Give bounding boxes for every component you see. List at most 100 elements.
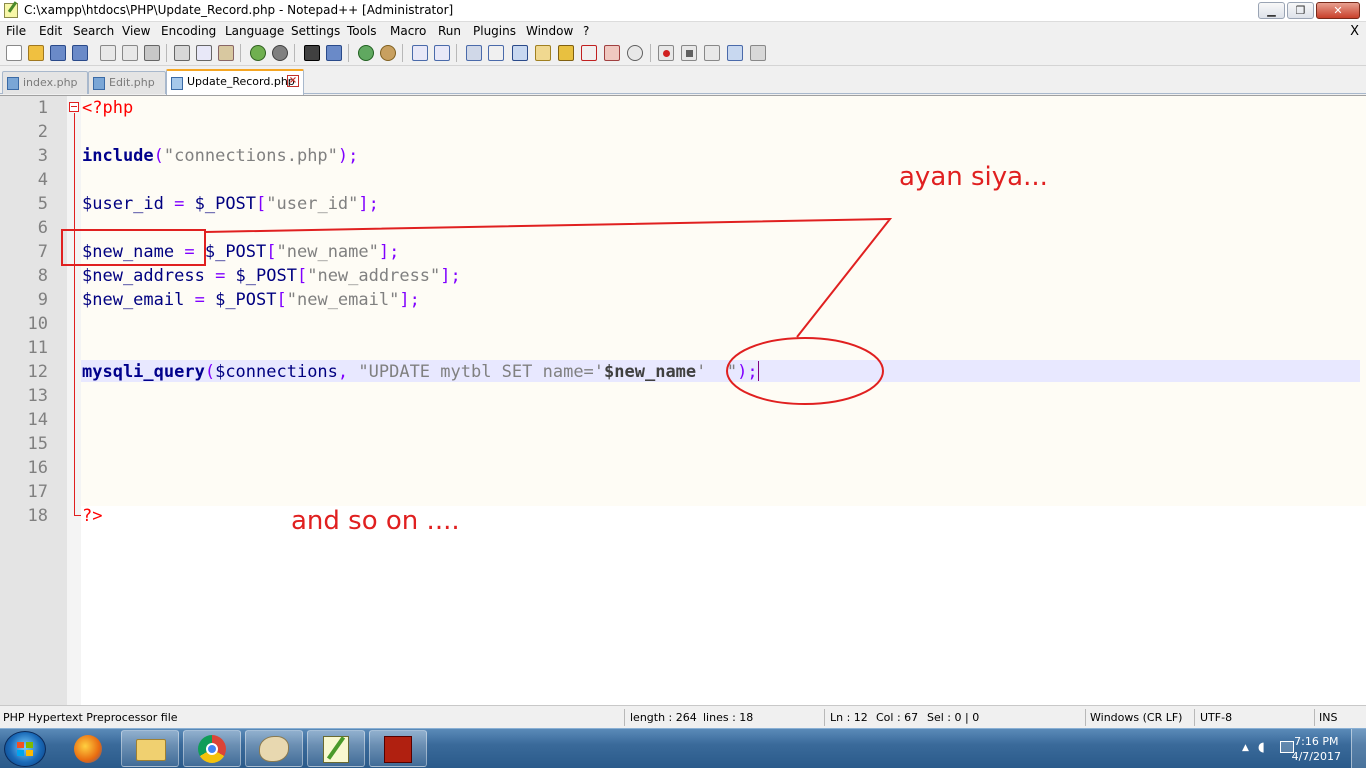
taskbar-dota2[interactable]: [369, 730, 427, 767]
menu-help[interactable]: ?: [583, 24, 589, 38]
toolbar-separator: [456, 44, 457, 62]
clock[interactable]: 7:16 PM 4/7/2017: [1292, 734, 1341, 764]
sync-horizontal-icon[interactable]: [434, 45, 450, 61]
show-all-chars-icon[interactable]: [488, 45, 504, 61]
replace-icon[interactable]: [326, 45, 342, 61]
minimize-button[interactable]: ▁: [1258, 2, 1285, 19]
word-wrap-icon[interactable]: [466, 45, 482, 61]
toolbar: [0, 42, 1366, 66]
line-number: 16: [27, 458, 48, 478]
tab-edit-php[interactable]: Edit.php: [88, 71, 166, 94]
lang-icon[interactable]: [535, 45, 551, 61]
save-all-icon[interactable]: [72, 45, 88, 61]
line-number: 6: [37, 218, 48, 238]
zoom-out-icon[interactable]: [380, 45, 396, 61]
dota2-icon: [384, 736, 412, 763]
save-icon[interactable]: [50, 45, 66, 61]
maximize-button[interactable]: ❐: [1287, 2, 1314, 19]
record-macro-icon[interactable]: [658, 45, 674, 61]
tab-index-php[interactable]: index.php: [2, 71, 88, 94]
status-lines: lines : 18: [703, 711, 754, 724]
code-line-18: ?>: [82, 506, 103, 526]
menu-tools[interactable]: Tools: [347, 24, 377, 38]
show-hidden-icons-icon[interactable]: ▲: [1242, 743, 1249, 753]
run-macro-multiple-icon[interactable]: [727, 45, 743, 61]
menu-run[interactable]: Run: [438, 24, 461, 38]
toolbar-separator: [402, 44, 403, 62]
restore-icon: ❐: [1295, 4, 1306, 17]
close-all-icon[interactable]: [122, 45, 138, 61]
volume-icon[interactable]: ◖: [1258, 740, 1272, 755]
text-caret: [757, 361, 759, 381]
menu-edit[interactable]: Edit: [39, 24, 62, 38]
title-bar: C:\xampp\htdocs\PHP\Update_Record.php - …: [0, 0, 1366, 22]
minimize-icon: ▁: [1267, 4, 1276, 17]
code-area-lower: [81, 506, 1366, 705]
doc-map-icon[interactable]: [558, 45, 574, 61]
line-number: 8: [37, 266, 48, 286]
paste-icon[interactable]: [218, 45, 234, 61]
function-list-icon[interactable]: [581, 45, 597, 61]
play-macro-icon[interactable]: [704, 45, 720, 61]
open-file-icon[interactable]: [28, 45, 44, 61]
menu-settings[interactable]: Settings: [291, 24, 340, 38]
code-line-7: $new_name = $_POST["new_name"];: [82, 242, 400, 262]
line-number: 5: [37, 194, 48, 214]
menu-search[interactable]: Search: [73, 24, 114, 38]
new-file-icon[interactable]: [6, 45, 22, 61]
tab-bar: index.php Edit.php Update_Record.php ×: [0, 67, 1366, 95]
taskbar-notepadpp[interactable]: [307, 730, 365, 767]
status-eol[interactable]: Windows (CR LF): [1090, 711, 1182, 724]
sync-vertical-icon[interactable]: [412, 45, 428, 61]
status-mode[interactable]: INS: [1319, 711, 1337, 724]
save-macro-icon[interactable]: [750, 45, 766, 61]
close-icon: ✕: [1333, 4, 1343, 17]
close-file-icon[interactable]: [100, 45, 116, 61]
print-icon[interactable]: [144, 45, 160, 61]
editor[interactable]: 1 <?php 2 3 include("connections.php"); 4 …: [0, 95, 1366, 705]
window-controls: ▁ ❐ ✕: [1258, 2, 1360, 19]
start-button[interactable]: [4, 731, 46, 767]
copy-icon[interactable]: [196, 45, 212, 61]
status-separator: [1314, 709, 1315, 726]
file-icon: [93, 77, 105, 90]
taskbar-firefox[interactable]: [60, 730, 118, 767]
tab-label: Update_Record.php: [187, 75, 295, 88]
menu-file[interactable]: File: [6, 24, 26, 38]
tab-update-record-php[interactable]: Update_Record.php ×: [166, 69, 304, 95]
taskbar-chrome[interactable]: [183, 730, 241, 767]
menu-language[interactable]: Language: [225, 24, 284, 38]
taskbar: ▲ ◖ 7:16 PM 4/7/2017: [0, 728, 1366, 768]
menu-macro[interactable]: Macro: [390, 24, 426, 38]
menu-window[interactable]: Window: [526, 24, 573, 38]
stop-macro-icon[interactable]: [681, 45, 697, 61]
tab-close-icon[interactable]: ×: [287, 75, 299, 87]
zoom-in-icon[interactable]: [358, 45, 374, 61]
line-number: 2: [37, 122, 48, 142]
show-desktop-button[interactable]: [1351, 729, 1366, 768]
cut-icon[interactable]: [174, 45, 190, 61]
undo-icon[interactable]: [250, 45, 266, 61]
line-number: 12: [27, 362, 48, 382]
menu-encoding[interactable]: Encoding: [161, 24, 216, 38]
file-icon: [171, 77, 183, 90]
tab-label: index.php: [23, 76, 78, 89]
toolbar-separator: [240, 44, 241, 62]
indent-guide-icon[interactable]: [512, 45, 528, 61]
close-document-button[interactable]: X: [1350, 24, 1359, 39]
taskbar-explorer[interactable]: [121, 730, 179, 767]
line-number: 15: [27, 434, 48, 454]
chrome-icon: [198, 735, 226, 763]
menu-plugins[interactable]: Plugins: [473, 24, 516, 38]
status-sel: Sel : 0 | 0: [927, 711, 980, 724]
folder-as-workspace-icon[interactable]: [604, 45, 620, 61]
status-encoding[interactable]: UTF-8: [1200, 711, 1232, 724]
monitoring-icon[interactable]: [627, 45, 643, 61]
line-number: 4: [37, 170, 48, 190]
status-filetype: PHP Hypertext Preprocessor file: [3, 711, 178, 724]
close-button[interactable]: ✕: [1316, 2, 1360, 19]
taskbar-paint[interactable]: [245, 730, 303, 767]
find-icon[interactable]: [304, 45, 320, 61]
redo-icon[interactable]: [272, 45, 288, 61]
menu-view[interactable]: View: [122, 24, 150, 38]
